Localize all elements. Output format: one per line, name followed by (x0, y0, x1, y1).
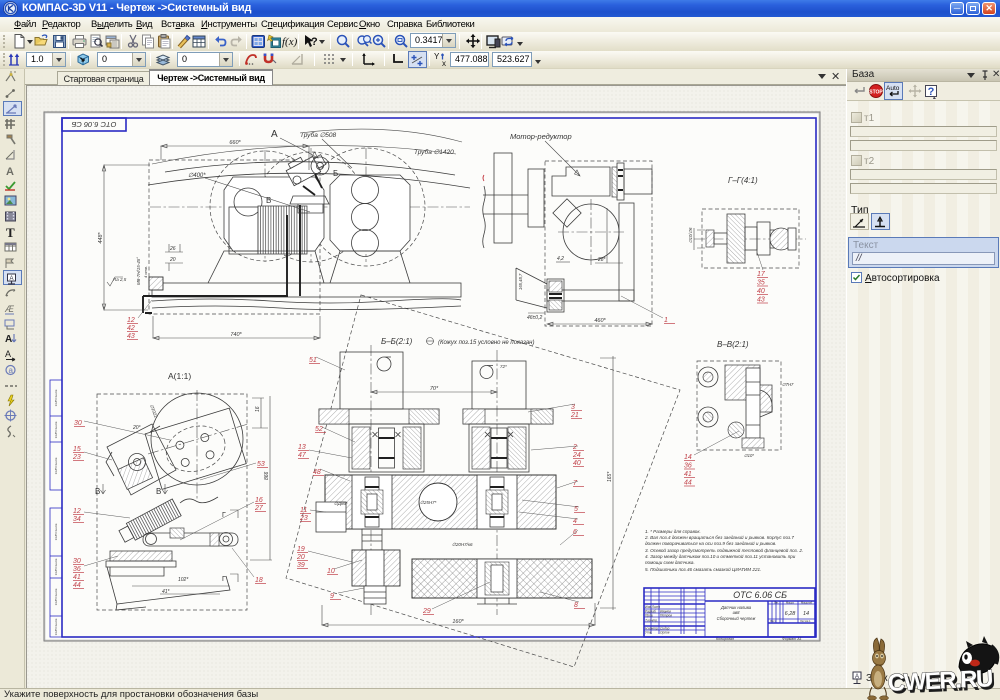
svg-text:A: A (5, 349, 11, 359)
svg-text:f(x): f(x) (282, 36, 298, 48)
svg-text:Y: Y (434, 52, 440, 61)
svg-text:STOP: STOP (869, 90, 883, 96)
svg-text:a: a (9, 366, 14, 375)
svg-text:A: A (6, 166, 14, 178)
svg-text:CWER.RU: CWER.RU (887, 665, 992, 697)
svg-text:Auto: Auto (886, 85, 900, 92)
svg-text:A: A (5, 334, 12, 345)
svg-text:Æ: Æ (4, 304, 15, 314)
svg-text:T: T (6, 225, 15, 239)
svg-text:x: x (442, 59, 446, 68)
svg-text:?: ? (311, 36, 318, 48)
svg-text:?: ? (928, 86, 935, 98)
